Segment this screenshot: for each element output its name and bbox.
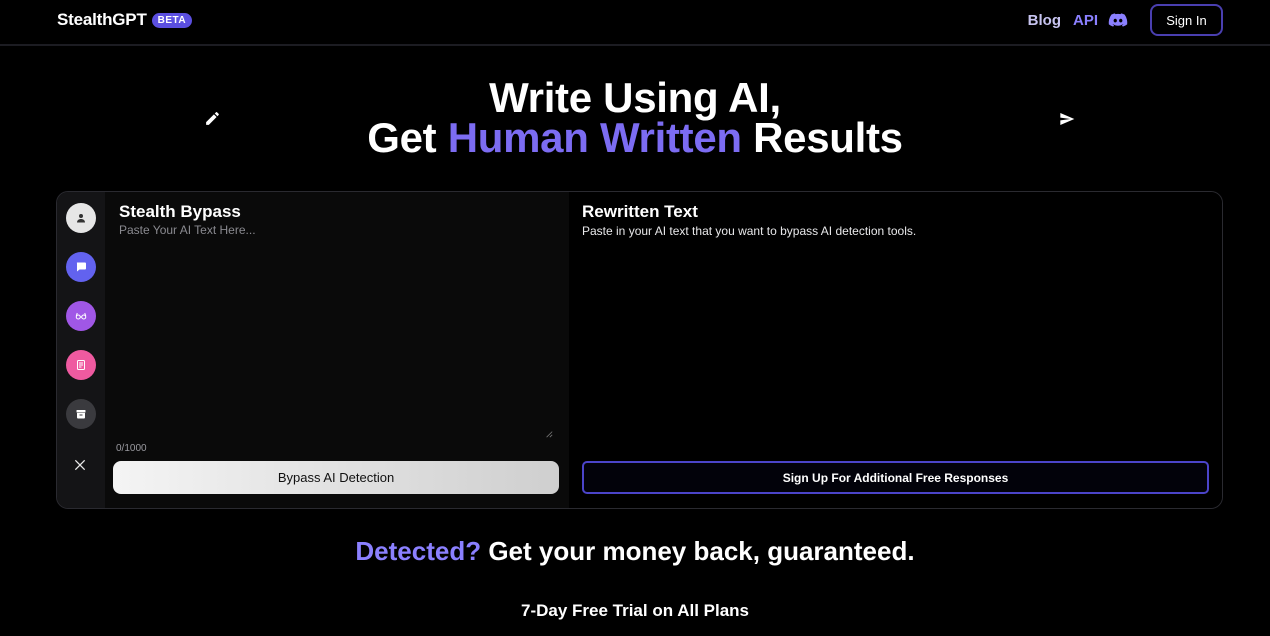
tool-profile-button[interactable]	[66, 203, 96, 233]
nav-api-link[interactable]: API	[1073, 12, 1098, 29]
hero-headline: Write Using AI, Get Human Written Result…	[0, 74, 1270, 159]
hero-line-2-prefix: Get	[367, 114, 448, 161]
input-pane: Stealth Bypass 0/1000 Bypass AI Detectio…	[105, 192, 569, 508]
beta-badge: BETA	[151, 12, 193, 28]
output-pane-title: Rewritten Text	[582, 202, 698, 221]
character-counter: 0/1000	[116, 443, 147, 454]
sign-up-free-responses-button[interactable]: Sign Up For Additional Free Responses	[582, 461, 1209, 494]
profile-icon	[77, 214, 85, 223]
resize-handle-icon[interactable]	[545, 430, 553, 438]
hero-accent-text: Human Written	[447, 114, 742, 161]
hero-line-2: Get Human Written Results	[0, 117, 1270, 159]
guarantee-text: Get your money back, guaranteed.	[481, 536, 915, 566]
sign-in-button[interactable]: Sign In	[1150, 4, 1223, 36]
output-pane: Rewritten Text Paste in your AI text tha…	[569, 192, 1222, 508]
brand-name: StealthGPT	[57, 10, 147, 29]
hero-line-1: Write Using AI,	[489, 74, 781, 121]
brand-logo[interactable]: StealthGPT BETA	[57, 10, 193, 30]
tool-document-button[interactable]	[66, 350, 96, 380]
glasses-icon	[75, 312, 87, 320]
chat-icon	[76, 262, 86, 272]
bypass-ai-detection-button[interactable]: Bypass AI Detection	[113, 461, 559, 494]
ai-text-input[interactable]	[119, 223, 555, 441]
nav-links: Blog API Sign In	[1028, 4, 1223, 36]
money-back-guarantee: Detected? Get your money back, guarantee…	[0, 536, 1270, 567]
tool-archive-button[interactable]	[66, 399, 96, 429]
nav-blog-link[interactable]: Blog	[1028, 12, 1061, 29]
tool-glasses-button[interactable]	[66, 301, 96, 331]
guarantee-accent: Detected?	[355, 536, 482, 566]
hero-line-2-suffix: Results	[741, 114, 903, 161]
input-pane-title: Stealth Bypass	[119, 202, 241, 221]
output-hint-text: Paste in your AI text that you want to b…	[582, 224, 917, 238]
tool-chat-button[interactable]	[66, 252, 96, 282]
archive-icon	[76, 410, 86, 419]
close-icon[interactable]	[73, 458, 87, 472]
top-navbar: StealthGPT BETA Blog API Sign In	[0, 0, 1270, 46]
free-trial-heading: 7-Day Free Trial on All Plans	[520, 601, 749, 620]
document-icon	[77, 360, 85, 370]
tool-sidebar	[57, 192, 105, 508]
discord-icon[interactable]	[1108, 10, 1128, 30]
send-icon	[1060, 113, 1075, 125]
editor-panel: Stealth Bypass 0/1000 Bypass AI Detectio…	[56, 191, 1223, 509]
